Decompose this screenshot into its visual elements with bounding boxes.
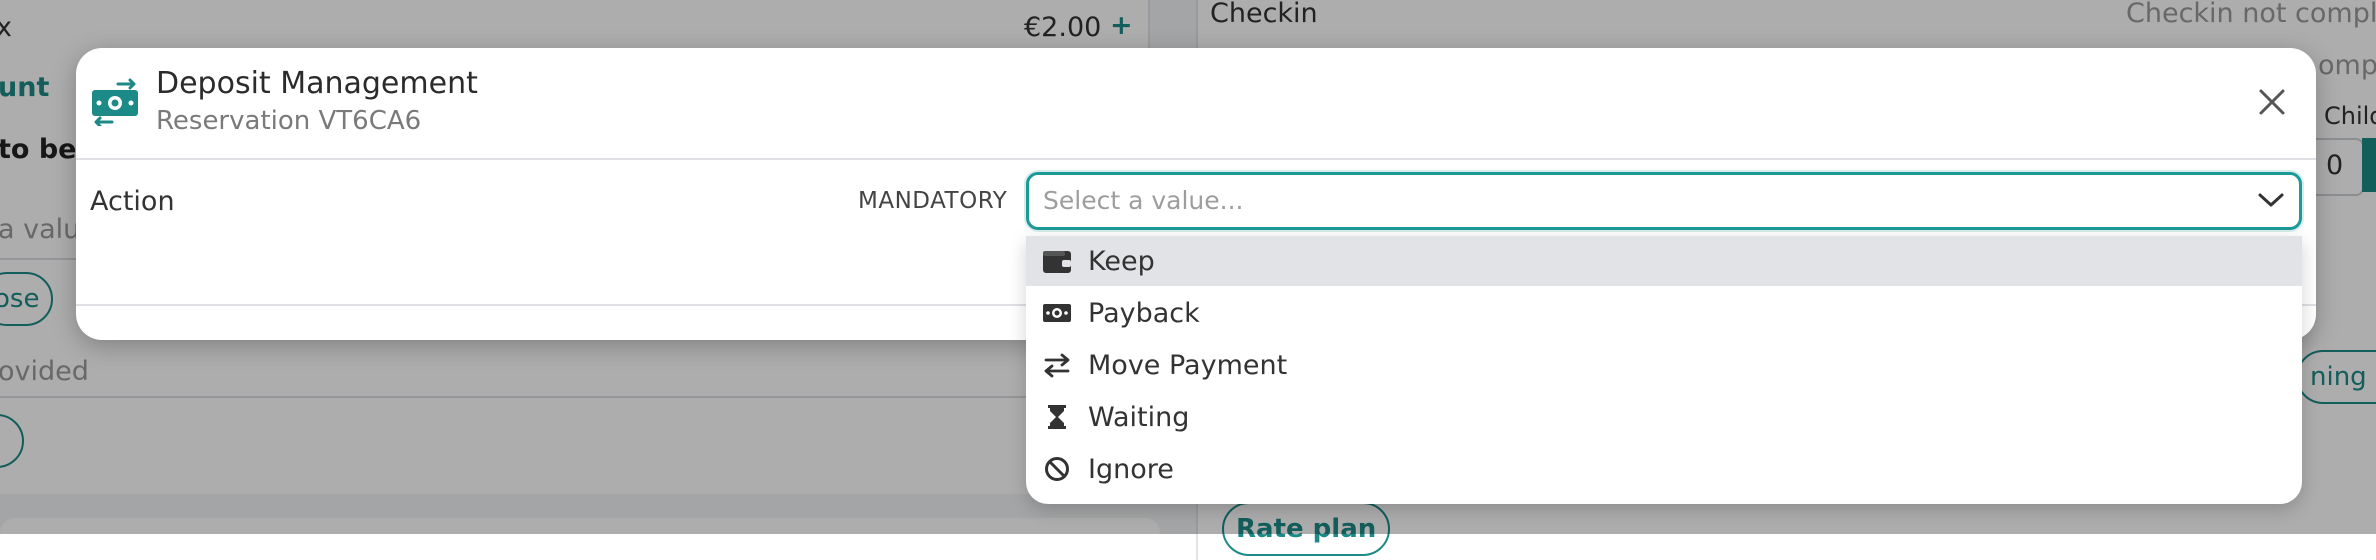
option-waiting[interactable]: Waiting	[1026, 392, 2302, 442]
hourglass-icon	[1048, 405, 1066, 429]
option-keep[interactable]: Keep	[1026, 236, 2302, 286]
mandatory-label: MANDATORY	[858, 188, 1008, 214]
option-move-payment[interactable]: Move Payment	[1026, 340, 2302, 390]
money-exchange-icon	[92, 78, 138, 126]
action-label: Action	[90, 186, 175, 217]
action-select[interactable]: Select a value...	[1026, 172, 2302, 230]
close-button[interactable]	[2252, 82, 2292, 122]
option-label: Waiting	[1088, 402, 1190, 433]
modal-title: Deposit Management	[156, 66, 478, 101]
select-placeholder: Select a value...	[1043, 186, 1244, 215]
close-icon	[2259, 89, 2285, 115]
ban-icon	[1045, 457, 1069, 481]
option-payback[interactable]: Payback	[1026, 288, 2302, 338]
option-label: Keep	[1088, 246, 1155, 277]
action-dropdown-menu: Keep Payback Move Payment Waiting Ignore	[1026, 236, 2302, 504]
exchange-arrows-icon	[1044, 353, 1070, 378]
modal-subtitle: Reservation VT6CA6	[156, 106, 422, 136]
chevron-down-icon	[2258, 193, 2284, 207]
money-bill-icon	[1043, 304, 1071, 322]
option-ignore[interactable]: Ignore	[1026, 444, 2302, 494]
option-label: Payback	[1088, 298, 1200, 329]
modal-header: Deposit Management Reservation VT6CA6	[76, 48, 2316, 160]
option-label: Move Payment	[1088, 350, 1288, 381]
option-label: Ignore	[1088, 454, 1174, 485]
wallet-icon	[1043, 251, 1071, 273]
